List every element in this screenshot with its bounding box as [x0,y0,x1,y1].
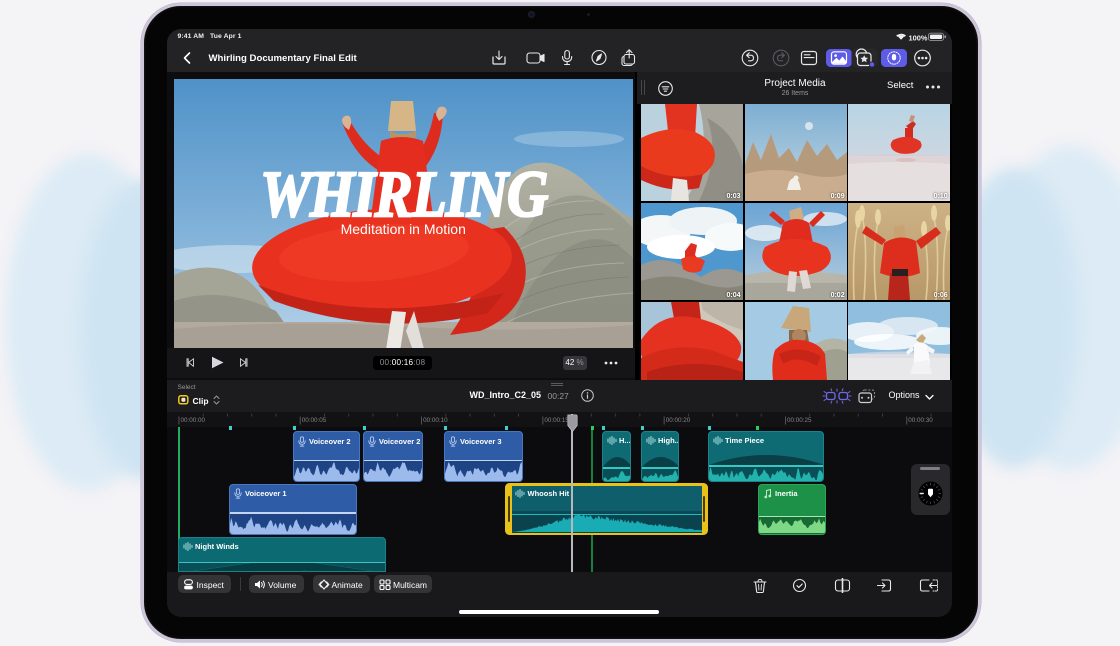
svg-text:100%: 100% [908,33,927,42]
